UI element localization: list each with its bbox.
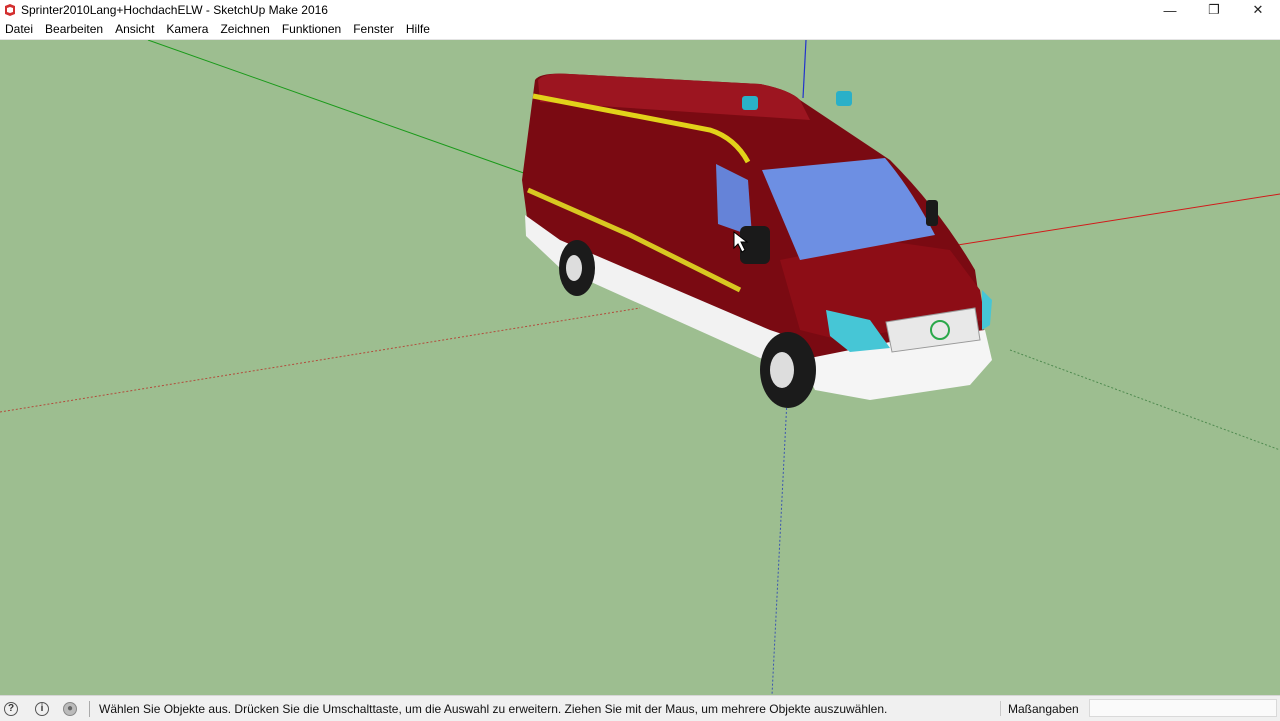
menu-bearbeiten[interactable]: Bearbeiten [39, 20, 109, 39]
menu-zeichnen[interactable]: Zeichnen [214, 20, 275, 39]
title-bar: Sprinter2010Lang+HochdachELW - SketchUp … [0, 0, 1280, 20]
question-icon[interactable]: ? [4, 701, 18, 716]
menu-funktionen[interactable]: Funktionen [276, 20, 347, 39]
measurements-label: Maßangaben [1008, 701, 1079, 716]
user-icon[interactable]: ● [63, 701, 77, 716]
menu-fenster[interactable]: Fenster [347, 20, 400, 39]
window-controls: — ❐ ✕ [1148, 0, 1280, 20]
blue-axis-negative [771, 379, 789, 695]
restore-button[interactable]: ❐ [1192, 0, 1236, 20]
menu-ansicht[interactable]: Ansicht [109, 20, 160, 39]
red-axis-negative [0, 307, 641, 413]
blue-axis [802, 40, 807, 99]
window-title: Sprinter2010Lang+HochdachELW - SketchUp … [21, 3, 328, 17]
menu-hilfe[interactable]: Hilfe [400, 20, 436, 39]
menu-bar: Datei Bearbeiten Ansicht Kamera Zeichnen… [0, 20, 1280, 40]
menu-datei[interactable]: Datei [0, 20, 39, 39]
info-icon[interactable]: i [35, 701, 49, 716]
status-message: Wählen Sie Objekte aus. Drücken Sie die … [99, 701, 888, 716]
status-divider-measure [1000, 701, 1001, 716]
fire-van-model[interactable] [522, 73, 992, 408]
model-viewport[interactable] [0, 40, 1280, 695]
close-button[interactable]: ✕ [1236, 0, 1280, 20]
viewport-canvas [0, 40, 1280, 695]
measurements-input[interactable] [1089, 699, 1277, 717]
minimize-button[interactable]: — [1148, 0, 1192, 20]
status-bar: ? i ● Wählen Sie Objekte aus. Drücken Si… [0, 695, 1280, 721]
green-axis-negative [1009, 349, 1280, 451]
status-divider [89, 700, 90, 717]
sketchup-app-icon[interactable] [3, 3, 17, 17]
menu-kamera[interactable]: Kamera [160, 20, 214, 39]
